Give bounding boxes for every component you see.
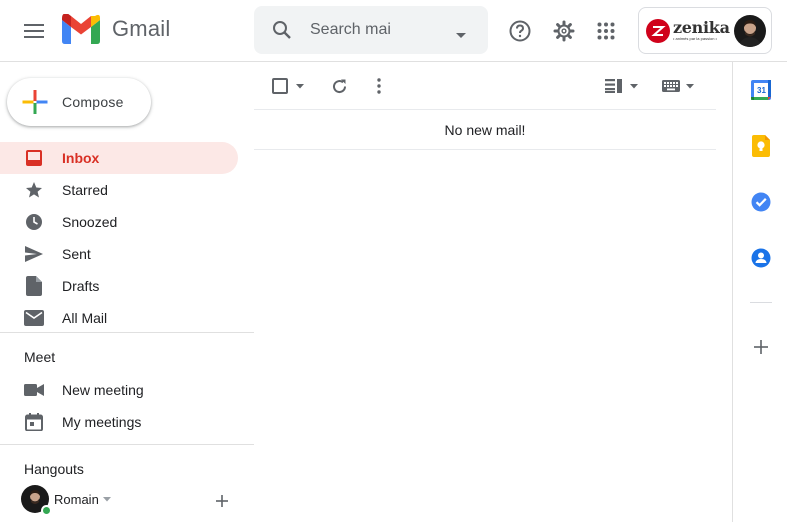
split-pane-icon [605,79,622,93]
hangouts-user-name: Romain [54,491,99,507]
refresh-icon [333,79,347,93]
video-camera-icon [24,380,44,400]
meet-label: New meeting [62,382,144,398]
keep-app-button[interactable] [750,135,772,157]
search-icon [273,21,291,39]
plus-icon [22,90,48,114]
meet-item-new-meeting[interactable]: New meeting [0,374,238,406]
org-tagline: • animés par la passion • [673,36,717,41]
caret-down-icon[interactable] [102,496,111,502]
nav-label: Sent [62,246,91,262]
nav-item-sent[interactable]: Sent [0,238,238,270]
caret-down-icon [686,83,694,88]
draft-icon [24,276,44,296]
send-icon [24,244,44,264]
more-vert-icon [377,78,381,94]
search-options-button[interactable] [456,26,466,44]
side-panel: 31 [732,62,787,522]
clock-icon [24,212,44,232]
nav-label: Drafts [62,278,100,294]
gear-icon [553,20,575,42]
hangouts-avatar [21,485,52,516]
meet-item-my-meetings[interactable]: My meetings [0,406,238,438]
main-menu-button[interactable] [18,15,50,47]
account-avatar[interactable] [734,15,766,47]
search-bar[interactable] [254,6,488,54]
meet-section-title: Meet [24,349,56,365]
search-button[interactable] [254,20,310,40]
tasks-icon [751,192,771,212]
tasks-app-button[interactable] [750,191,772,213]
support-button[interactable] [503,14,537,48]
calendar-app-button[interactable]: 31 [750,79,772,101]
nav-item-all-mail[interactable]: All Mail [0,302,238,334]
nav-item-snoozed[interactable]: Snoozed [0,206,238,238]
hamburger-menu-icon [24,24,44,38]
nav-label: Starred [62,182,108,198]
sidebar-divider [0,332,254,333]
meet-label: My meetings [62,414,142,430]
nav-item-inbox[interactable]: Inbox [0,142,238,174]
nav-item-starred[interactable]: Starred [0,174,238,206]
get-addons-button[interactable] [750,336,772,358]
empty-inbox-message: No new mail! [254,110,716,150]
help-icon [509,20,531,42]
mail-icon [24,308,44,328]
keyboard-icon [662,80,680,92]
select-checkbox[interactable] [272,72,304,100]
contacts-app-button[interactable] [750,247,772,269]
caret-down-icon [630,83,638,88]
apps-button[interactable] [589,14,623,48]
caret-down-icon [456,33,466,38]
nav-item-drafts[interactable]: Drafts [0,270,238,302]
checkbox-icon [272,78,288,94]
gmail-m-icon [62,14,100,44]
app-name: Gmail [112,16,171,41]
settings-button[interactable] [547,14,581,48]
sidebar-divider [0,444,254,445]
plus-icon [216,495,228,507]
gmail-app: Gmail Search mai zenika • animés par la … [0,0,787,522]
side-panel-divider [750,302,772,303]
zenika-logo-icon [646,18,670,43]
refresh-button[interactable] [331,72,348,100]
online-status-dot [41,505,52,516]
top-bar: Gmail Search mai zenika • animés par la … [0,0,787,62]
org-logo: zenika • animés par la passion • [646,18,730,43]
nav-label: Inbox [62,150,100,166]
new-conversation-button[interactable] [214,493,230,509]
star-icon [24,180,44,200]
nav-label: All Mail [62,310,108,326]
split-pane-toggle[interactable] [605,72,638,100]
inbox-icon [24,148,44,168]
apps-grid-icon [597,22,615,40]
add-icon [754,340,768,354]
search-input[interactable] [310,21,440,39]
compose-button[interactable]: Compose [7,78,151,126]
hangouts-user[interactable]: Romain [21,485,111,516]
gmail-logo[interactable]: Gmail [62,14,170,44]
account-switcher[interactable]: zenika • animés par la passion • [638,7,772,54]
contacts-icon [751,248,771,268]
input-tools-button[interactable] [662,72,694,100]
org-name: zenika [673,18,730,37]
compose-label: Compose [62,94,124,110]
calendar-day: 31 [757,86,766,95]
more-options-button[interactable] [377,72,381,100]
caret-down-icon [296,83,304,88]
keep-icon [752,135,770,157]
hangouts-section-title: Hangouts [24,461,84,477]
nav-label: Snoozed [62,214,118,230]
calendar-icon [24,412,44,432]
